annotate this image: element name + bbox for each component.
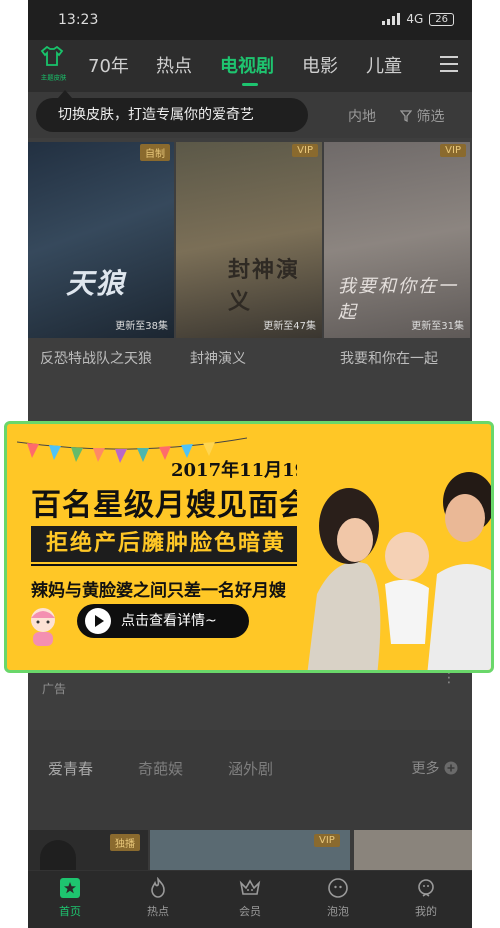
status-time: 13:23 [58, 12, 99, 28]
tab-tv-series[interactable]: 电视剧 [220, 52, 274, 86]
poster-image [28, 142, 174, 338]
ad-headline: 百名星级月嫂见面会 [31, 488, 310, 523]
tab-label: 泡泡 [327, 905, 349, 918]
plus-circle-icon [444, 761, 458, 775]
tab-label: 我的 [415, 905, 437, 918]
poster-badge: 自制 [140, 144, 170, 161]
tab-70nian[interactable]: 70年 [88, 52, 129, 78]
tab-label: 热点 [147, 905, 169, 918]
shirt-icon [40, 45, 64, 66]
poster-title-art: 天狼 [66, 267, 127, 300]
tab-children[interactable]: 儿童 [366, 52, 402, 78]
more-link[interactable]: 更多 [412, 758, 458, 778]
user-icon [418, 879, 434, 897]
filter-label: 筛选 [416, 109, 445, 125]
baby-illustration [31, 608, 55, 646]
bubble-icon [328, 878, 348, 898]
thumbnail[interactable]: VIP [150, 830, 350, 870]
poster-episodes: 更新至38集 [115, 321, 168, 332]
thumbnail-figure [40, 840, 76, 870]
ad-label: 广告 [42, 682, 67, 696]
signal-icon [382, 13, 401, 25]
battery-level: 26 [435, 13, 448, 25]
ad-cta-label: 点击查看详情~ [121, 613, 217, 629]
thumbnail[interactable]: 独播 [28, 830, 148, 870]
tab-bubble[interactable]: 泡泡 [308, 877, 368, 919]
content-section: 爱青春 奇葩娱 涵外剧 更多 独播 VIP [28, 730, 472, 870]
flame-icon [151, 877, 165, 898]
ad-divider [31, 564, 301, 566]
ad-cta-button[interactable]: 点击查看详情~ [77, 604, 249, 638]
top-nav: 主题皮肤 70年 热点 电视剧 电影 儿童 [28, 40, 472, 92]
poster-card[interactable]: 封神演义 VIP 更新至47集 [176, 142, 322, 338]
thumbnail-badge: VIP [314, 834, 340, 847]
tab-home[interactable]: 首页 [40, 877, 100, 919]
tab-label: 会员 [239, 905, 261, 918]
section-tab[interactable]: 涵外剧 [228, 758, 273, 779]
status-indicators: 4G 26 [382, 12, 454, 26]
ad-banner[interactable]: 2017年11月19日 百名星级月嫂见面会 拒绝产后臃肿脸色暗黄 辣妈与黄脸婆之… [4, 421, 494, 673]
poster-episodes: 更新至47集 [263, 321, 316, 332]
status-bar: 13:23 4G 26 [28, 0, 472, 40]
poster-card[interactable]: 天狼 自制 更新至38集 [28, 142, 174, 338]
thumbnail-badge: 独播 [110, 834, 140, 851]
network-type: 4G [406, 12, 424, 26]
ad-tagline: 辣妈与黄脸婆之间只差一名好月嫂 [31, 581, 286, 601]
poster-title-art: 封神演义 [228, 258, 301, 315]
tab-hotspot[interactable]: 热点 [156, 52, 192, 78]
tab-hot[interactable]: 热点 [128, 877, 188, 919]
skin-label: 主题皮肤 [40, 73, 67, 82]
filter-button[interactable]: 筛选 [399, 106, 445, 126]
crown-icon [239, 879, 261, 895]
battery-icon: 26 [429, 12, 454, 26]
poster-badge: VIP [292, 144, 318, 157]
tab-mine[interactable]: 我的 [396, 877, 456, 919]
poster-episodes: 更新至31集 [411, 321, 464, 332]
funnel-icon [399, 110, 413, 123]
tab-movies[interactable]: 电影 [302, 52, 338, 78]
section-tab[interactable]: 奇葩娱 [138, 758, 183, 779]
poster-title[interactable]: 反恐特战队之天狼 [40, 348, 170, 370]
poster-badge: VIP [440, 144, 466, 157]
more-label: 更多 [411, 761, 440, 777]
thumbnail[interactable] [354, 830, 472, 870]
poster-title[interactable]: 我要和你在一起 [340, 348, 472, 370]
region-filter[interactable]: 内地 [348, 106, 376, 126]
bottom-tab-bar: 首页 热点 会员 泡泡 我的 [28, 870, 472, 928]
section-tab[interactable]: 爱青春 [48, 758, 93, 779]
tab-label: 首页 [59, 905, 81, 918]
tab-vip[interactable]: 会员 [220, 877, 280, 919]
poster-title[interactable]: 封神演义 [190, 348, 340, 370]
filter-row: 切换皮肤，打造专属你的爱奇艺 内地 筛选 [28, 90, 472, 138]
family-photo [297, 444, 491, 670]
skin-tooltip[interactable]: 切换皮肤，打造专属你的爱奇艺 [36, 90, 308, 132]
menu-icon[interactable] [440, 56, 458, 77]
ad-subheadline: 拒绝产后臃肿脸色暗黄 [31, 526, 301, 562]
home-icon [60, 878, 80, 898]
poster-card[interactable]: 我要和你在一起 VIP 更新至31集 [324, 142, 470, 338]
play-icon [85, 608, 111, 634]
skin-button[interactable]: 主题皮肤 [38, 45, 67, 86]
